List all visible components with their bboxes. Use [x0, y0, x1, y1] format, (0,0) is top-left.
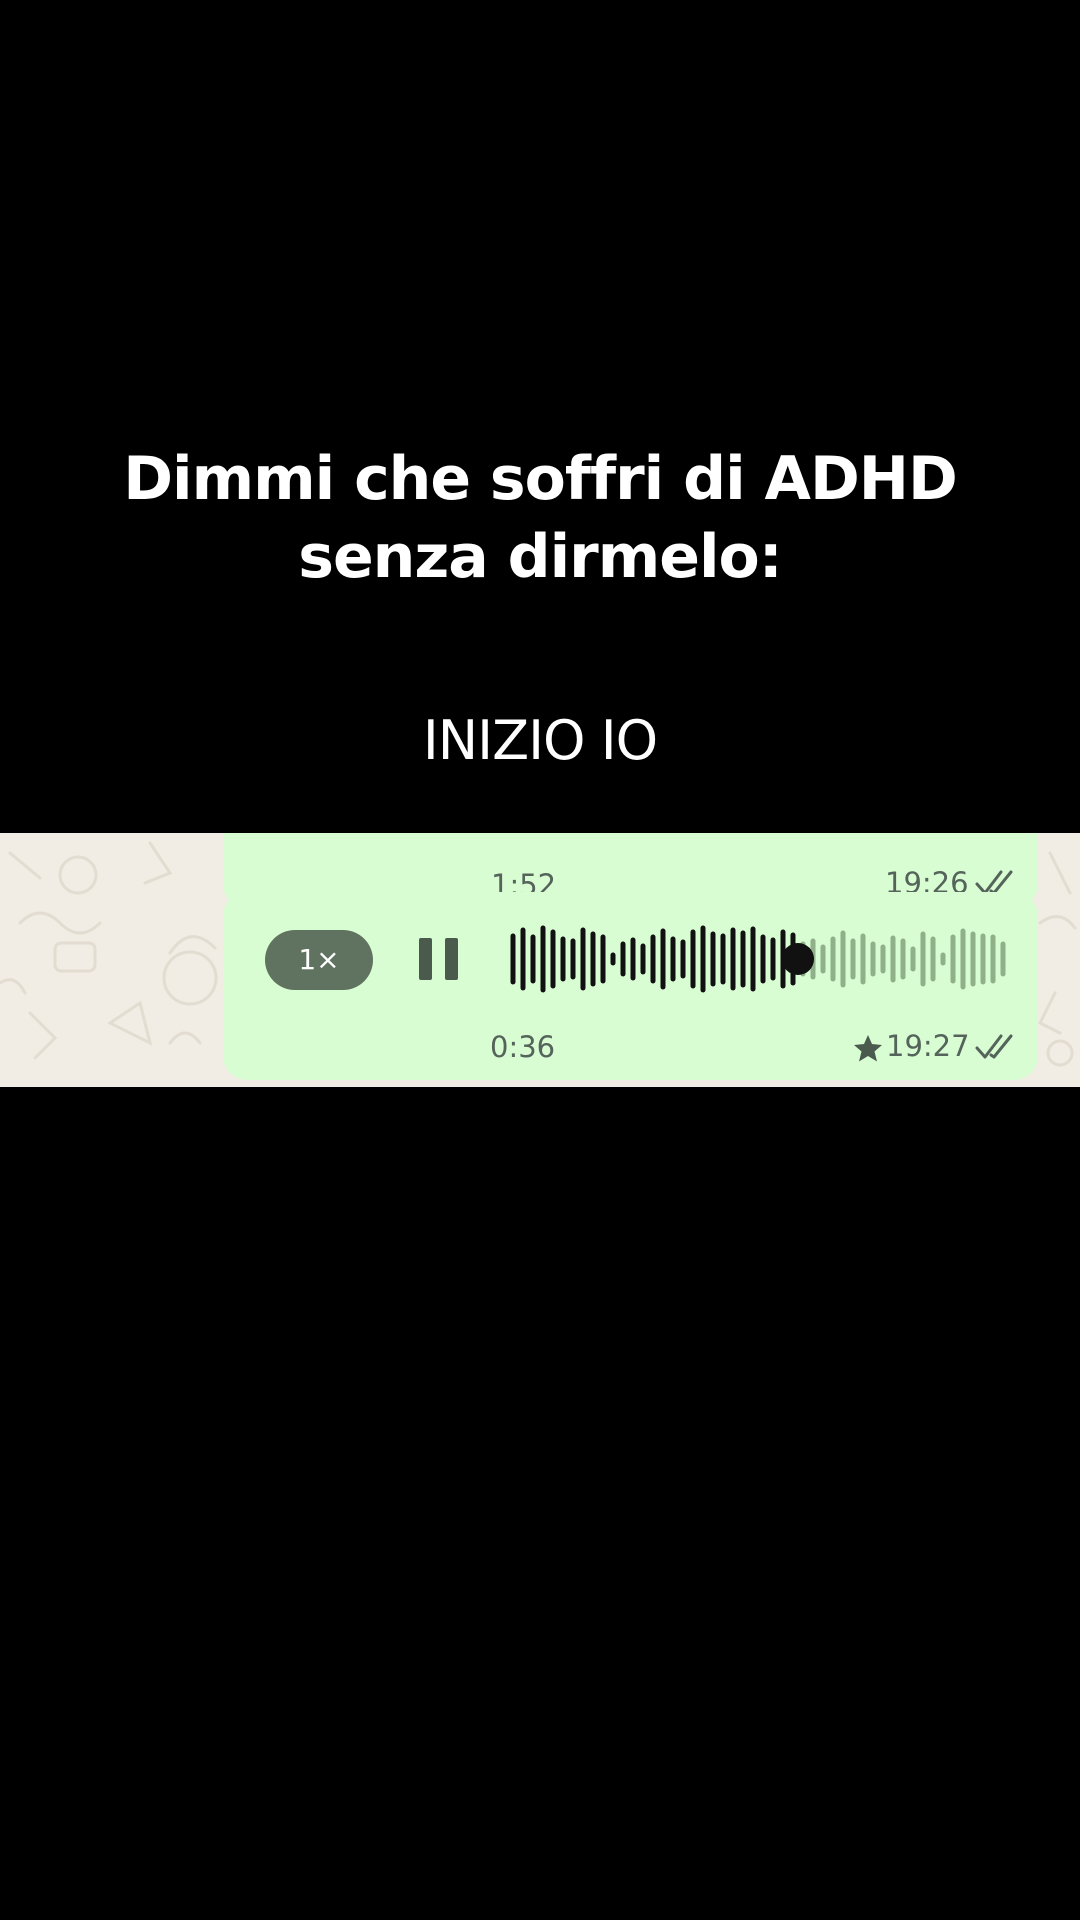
playback-speed-button[interactable]: 1×: [265, 930, 373, 990]
pause-bar-left: [419, 938, 432, 980]
caption-headline: Dimmi che soffri di ADHD senza dirmelo:: [0, 440, 1080, 596]
pause-icon[interactable]: [419, 938, 459, 980]
chat-strip: 1:52 19:26 1× 0:36 19:27: [0, 833, 1080, 1087]
pause-bar-right: [445, 938, 458, 980]
voice-time: 19:27: [886, 1029, 970, 1063]
caption-line-2: senza dirmelo:: [298, 522, 783, 592]
caption-subline: INIZIO IO: [422, 709, 658, 772]
voice-message[interactable]: 1× 0:36 19:27: [223, 892, 1038, 1080]
scrubber-knob[interactable]: [782, 943, 814, 975]
caption-line-1: Dimmi che soffri di ADHD: [123, 444, 958, 514]
double-check-icon: [975, 1034, 1013, 1059]
voice-duration: 0:36: [490, 1030, 556, 1064]
star-icon: [854, 1035, 882, 1062]
waveform-scrubber[interactable]: [508, 924, 1008, 994]
